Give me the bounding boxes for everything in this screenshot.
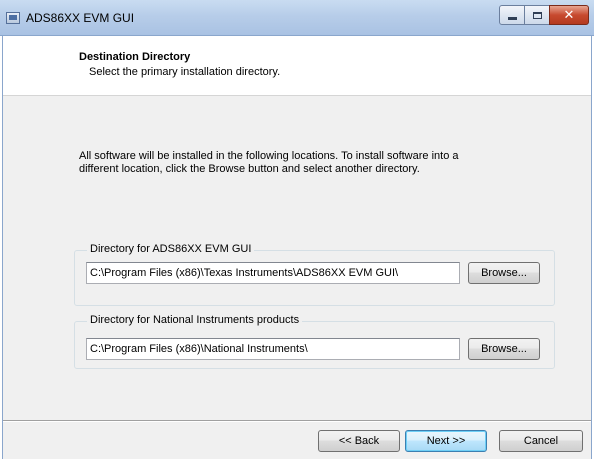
next-button[interactable]: Next >> bbox=[405, 430, 487, 452]
window-title: ADS86XX EVM GUI bbox=[26, 11, 135, 25]
group-label-ni: Directory for National Instruments produ… bbox=[87, 314, 303, 326]
back-button[interactable]: << Back bbox=[318, 430, 400, 452]
minimize-icon bbox=[507, 16, 517, 20]
footer-separator bbox=[3, 420, 591, 422]
browse-button-ni[interactable]: Browse... bbox=[468, 338, 540, 360]
title-bar[interactable]: ADS86XX EVM GUI ✕ bbox=[0, 0, 594, 36]
page-title: Destination Directory bbox=[79, 51, 191, 63]
cancel-button[interactable]: Cancel bbox=[499, 430, 583, 452]
maximize-icon bbox=[532, 11, 542, 19]
ni-directory-input[interactable] bbox=[86, 338, 460, 360]
maximize-button[interactable] bbox=[524, 5, 550, 25]
page-subtitle: Select the primary installation director… bbox=[89, 66, 281, 78]
installer-dialog: Destination Directory Select the primary… bbox=[2, 36, 592, 459]
close-icon: ✕ bbox=[563, 7, 575, 23]
close-button[interactable]: ✕ bbox=[549, 5, 589, 25]
app-icon bbox=[6, 12, 20, 24]
intro-text: All software will be installed in the fo… bbox=[79, 150, 459, 175]
evm-gui-directory-input[interactable] bbox=[86, 262, 460, 284]
group-label-evm-gui: Directory for ADS86XX EVM GUI bbox=[87, 243, 255, 255]
header-band: Destination Directory Select the primary… bbox=[3, 36, 591, 96]
minimize-button[interactable] bbox=[499, 5, 525, 25]
browse-button-evm-gui[interactable]: Browse... bbox=[468, 262, 540, 284]
